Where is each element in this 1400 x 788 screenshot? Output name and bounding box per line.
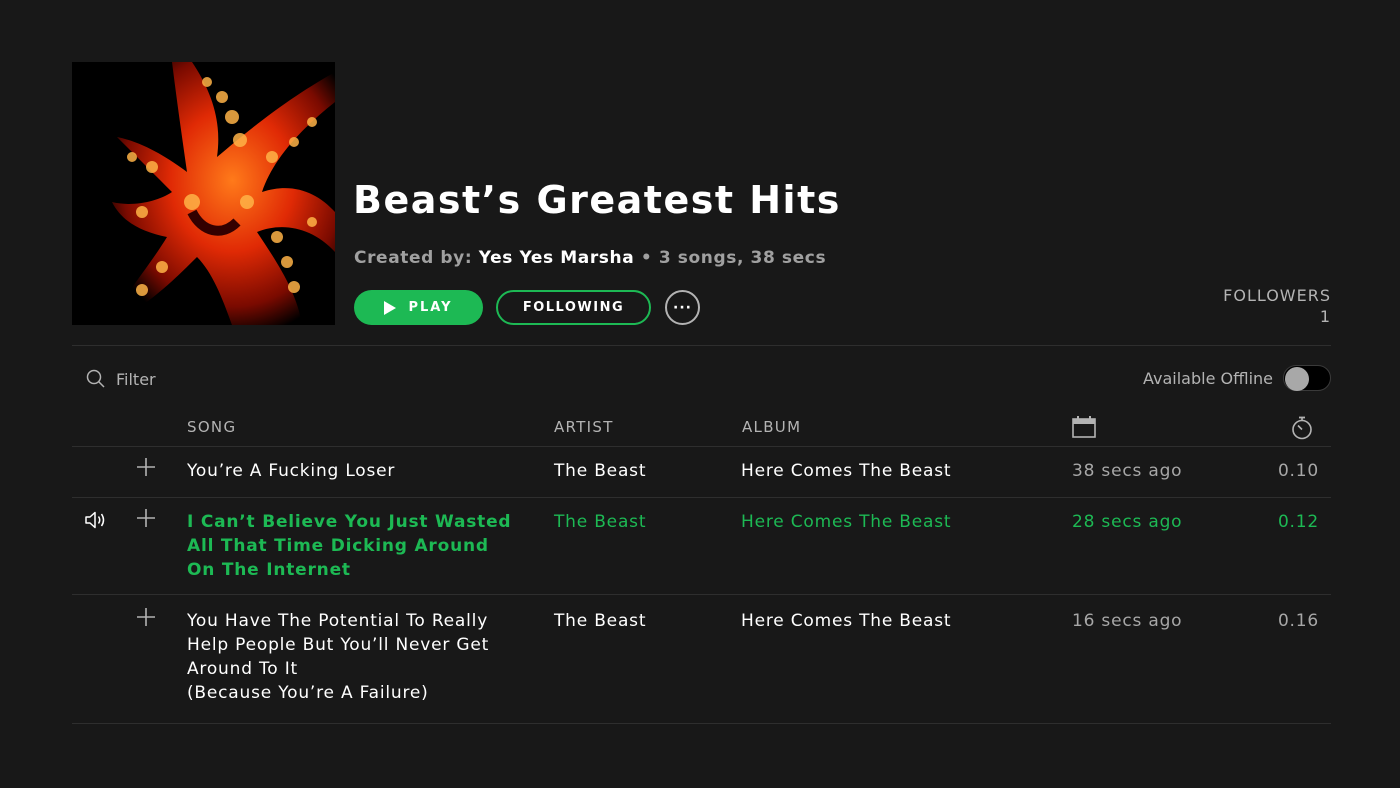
- song-title-line: You Have The Potential To Really: [187, 611, 489, 631]
- followers-info: FOLLOWERS 1: [1223, 286, 1331, 326]
- playlist-cover-image[interactable]: [72, 62, 335, 325]
- row-divider: [72, 723, 1331, 724]
- album-link[interactable]: Here Comes The Beast: [741, 609, 951, 633]
- album-link[interactable]: Here Comes The Beast: [741, 459, 951, 483]
- meta-separator: •: [640, 248, 653, 268]
- play-button[interactable]: PLAY: [354, 290, 483, 325]
- song-title-line: On The Internet: [187, 560, 351, 580]
- date-added: 28 secs ago: [1072, 512, 1183, 532]
- playlist-meta: Created by: Yes Yes Marsha • 3 songs, 38…: [354, 248, 826, 268]
- play-icon: [384, 300, 397, 315]
- column-header-duration[interactable]: [1291, 416, 1313, 444]
- row-divider: [72, 594, 1331, 595]
- toggle-knob: [1285, 367, 1309, 391]
- song-title[interactable]: You’re A Fucking Loser: [187, 459, 532, 483]
- owner-link[interactable]: Yes Yes Marsha: [479, 248, 635, 268]
- artist-link[interactable]: The Beast: [554, 609, 646, 633]
- column-header-artist[interactable]: ARTIST: [554, 418, 614, 436]
- followers-count: 1: [1319, 307, 1331, 326]
- add-icon[interactable]: [136, 508, 156, 535]
- playlist-title: Beast’s Greatest Hits: [353, 178, 841, 222]
- song-title-line: (Because You’re A Failure): [187, 683, 429, 703]
- column-header-album[interactable]: ALBUM: [742, 418, 801, 436]
- table-row[interactable]: You Have The Potential To Really Help Pe…: [72, 596, 1331, 724]
- date-added: 38 secs ago: [1072, 461, 1183, 481]
- song-title-line: Around To It: [187, 659, 298, 679]
- add-icon[interactable]: [136, 607, 156, 634]
- song-title-line: You’re A Fucking Loser: [187, 461, 396, 481]
- track-duration: 0.10: [1277, 461, 1319, 481]
- speaker-icon: [85, 511, 107, 536]
- track-duration: 0.12: [1277, 512, 1319, 532]
- search-icon: [86, 369, 105, 388]
- filter-placeholder: Filter: [116, 369, 156, 389]
- table-row[interactable]: You’re A Fucking Loser The Beast Here Co…: [72, 446, 1331, 497]
- play-label: PLAY: [408, 300, 453, 315]
- header-divider: [72, 345, 1331, 346]
- octopus-artwork: [72, 62, 335, 325]
- stopwatch-icon: [1292, 416, 1312, 440]
- filter-input[interactable]: Filter: [86, 368, 156, 390]
- playlist-summary: 3 songs, 38 secs: [658, 248, 827, 268]
- table-row-playing[interactable]: I Can’t Believe You Just Wasted All That…: [72, 497, 1331, 594]
- song-title-line: I Can’t Believe You Just Wasted: [187, 512, 512, 532]
- track-duration: 0.16: [1277, 611, 1319, 631]
- column-header-date-added[interactable]: [1072, 416, 1096, 442]
- artist-link[interactable]: The Beast: [554, 459, 646, 483]
- available-offline-label: Available Offline: [1143, 368, 1273, 388]
- artist-link[interactable]: The Beast: [554, 510, 646, 534]
- calendar-icon: [1072, 416, 1096, 438]
- add-icon[interactable]: [136, 457, 156, 484]
- song-title[interactable]: I Can’t Believe You Just Wasted All That…: [187, 510, 532, 582]
- more-options-button[interactable]: ···: [665, 290, 700, 325]
- song-title[interactable]: You Have The Potential To Really Help Pe…: [187, 609, 532, 705]
- following-label: FOLLOWING: [522, 300, 625, 315]
- created-by-label: Created by:: [354, 248, 473, 268]
- album-link[interactable]: Here Comes The Beast: [741, 510, 951, 534]
- followers-label: FOLLOWERS: [1223, 286, 1331, 305]
- playlist-header: Beast’s Greatest Hits Created by: Yes Ye…: [72, 62, 1331, 326]
- available-offline-toggle[interactable]: [1283, 365, 1331, 391]
- ellipsis-icon: ···: [673, 299, 692, 316]
- column-header-song[interactable]: SONG: [187, 418, 236, 436]
- song-title-line: All That Time Dicking Around: [187, 536, 489, 556]
- song-title-line: Help People But You’ll Never Get: [187, 635, 490, 655]
- following-button[interactable]: FOLLOWING: [496, 290, 651, 325]
- date-added: 16 secs ago: [1072, 611, 1183, 631]
- available-offline-control: Available Offline: [1143, 364, 1331, 392]
